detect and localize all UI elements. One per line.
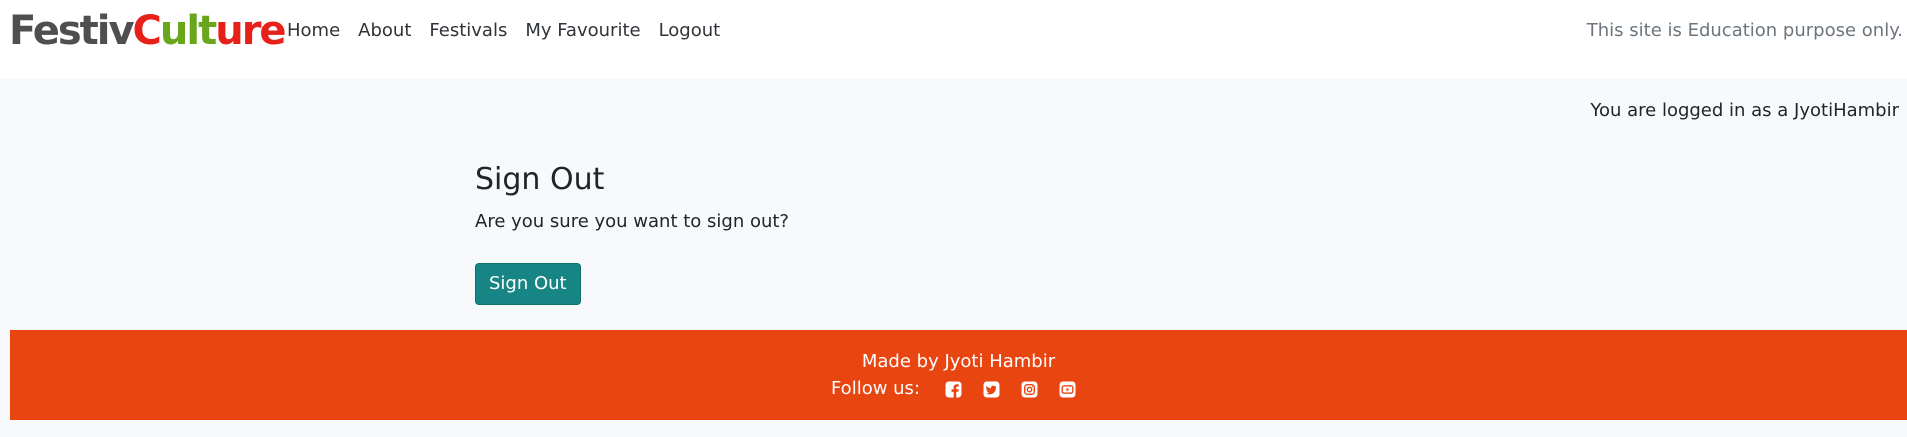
footer: Made by Jyoti Hambir Follow us: <box>10 330 1907 420</box>
main-nav: Home About Festivals My Favourite Logout <box>287 18 729 44</box>
navbar: Festiv Cult ure Home About Festivals My Fa… <box>0 0 1907 79</box>
nav-festivals-link[interactable]: Festivals <box>420 18 516 44</box>
education-notice: This site is Education purpose only. <box>1586 20 1903 41</box>
nav-home-link[interactable]: Home <box>287 18 349 44</box>
twitter-icon[interactable] <box>981 379 1001 399</box>
signout-panel: Sign Out Are you sure you want to sign o… <box>475 160 1175 305</box>
signout-confirm-text: Are you sure you want to sign out? <box>475 211 789 232</box>
sign-out-button[interactable]: Sign Out <box>475 263 581 305</box>
nav-about-link[interactable]: About <box>349 18 420 44</box>
logged-in-status: You are logged in as a JyotiHambir <box>1590 100 1899 121</box>
brand-logo[interactable]: Festiv Cult ure <box>9 6 287 56</box>
nav-my-favourite-link[interactable]: My Favourite <box>516 18 649 44</box>
instagram-icon[interactable] <box>1019 379 1039 399</box>
page-title: Sign Out <box>475 162 605 197</box>
brand-text-ult: ult <box>159 8 217 54</box>
footer-follow-row: Follow us: <box>10 377 1907 401</box>
nav-logout-link[interactable]: Logout <box>650 18 730 44</box>
follow-us-label: Follow us: <box>830 378 921 399</box>
footer-credit: Made by Jyoti Hambir <box>861 351 1056 372</box>
brand-text-festiv: Festiv <box>9 8 135 54</box>
youtube-icon[interactable] <box>1057 379 1077 399</box>
brand-text-ure: ure <box>215 8 286 54</box>
brand-text-c: C <box>132 8 162 54</box>
facebook-icon[interactable] <box>943 379 963 399</box>
